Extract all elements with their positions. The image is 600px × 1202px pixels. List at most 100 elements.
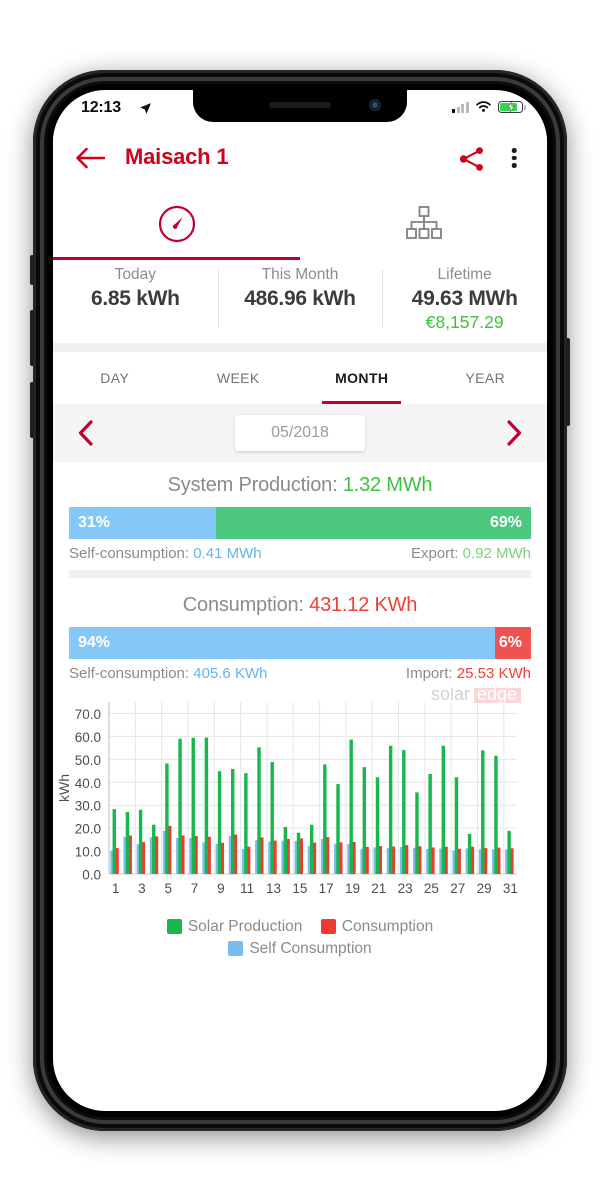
x-axis-tick-label: 29	[477, 881, 492, 896]
chevron-left-icon[interactable]	[77, 420, 95, 446]
bar-solar-production	[309, 824, 314, 874]
bar-solar-production	[217, 771, 222, 874]
volume-up-button[interactable]	[30, 310, 34, 366]
production-export-foot-value: 0.92 MWh	[462, 545, 531, 562]
legend-row-2: Self Consumption	[53, 938, 547, 960]
bar-solar-production	[428, 774, 432, 874]
layout-tab-underline	[300, 257, 547, 260]
cellular-signal-icon	[452, 101, 469, 113]
wifi-icon	[476, 101, 491, 112]
x-axis-tick-label: 13	[266, 881, 281, 896]
phone-screen: 12:13 Maisach 1 Today 6.85 kWh This Mont…	[53, 90, 547, 1111]
bar-solar-production	[231, 768, 235, 874]
consumption-self-consumption-segment: 94%	[69, 627, 496, 659]
site-layout-icon	[405, 206, 442, 239]
bar-solar-production	[204, 737, 209, 874]
bar-solar-production	[283, 826, 288, 874]
x-axis-tick-label: 9	[217, 881, 225, 896]
summary-today-value: 6.85 kWh	[91, 287, 180, 310]
x-axis-tick-label: 5	[164, 881, 172, 896]
x-axis-tick-label: 1	[112, 881, 120, 896]
summary-today: Today 6.85 kWh	[53, 266, 218, 333]
view-tabs	[53, 188, 547, 260]
x-axis-tick-label: 17	[319, 881, 334, 896]
legend-solar-production-label: Solar Production	[187, 917, 303, 935]
summary-this-month: This Month 486.96 kWh	[217, 266, 383, 333]
consumption-value: 431.12 KWh	[309, 594, 418, 616]
bar-solar-production	[375, 777, 380, 874]
bar-solar-production	[494, 755, 498, 874]
tab-week[interactable]: WEEK	[177, 352, 301, 404]
system-production-section: System Production: 1.32 MWh 31% 69% Self…	[53, 462, 547, 582]
chart-canvas: 0.010.020.030.040.050.060.070.01 3 5 7 9 11 13…	[56, 688, 521, 896]
tab-month[interactable]: MONTH	[300, 352, 424, 404]
x-axis-tick-label: 15	[292, 881, 307, 896]
x-axis-tick-label: 11	[240, 881, 254, 896]
consumption-import-foot: Import: 25.53 KWh	[406, 665, 531, 682]
legend-consumption: Consumption	[320, 916, 434, 938]
bar-solar-production	[388, 745, 393, 874]
x-axis-tick-label: 27	[450, 881, 465, 896]
legend-solar-production-swatch	[166, 919, 182, 935]
consumption-ratio-bar: 94% 6%	[69, 627, 531, 659]
bar-solar-production	[125, 812, 130, 874]
consumption-label: Consumption:	[182, 594, 304, 616]
summary-divider	[53, 343, 547, 352]
production-export-foot-label: Export:	[410, 545, 459, 562]
solaredge-watermark: solar edge	[431, 688, 521, 704]
summary-today-label: Today	[114, 266, 157, 283]
chart-legend: Solar Production Consumption Self Consum…	[53, 916, 547, 960]
consumption-title: Consumption: 431.12 KWh	[69, 594, 531, 617]
share-icon[interactable]	[459, 146, 485, 172]
production-ratio-bar: 31% 69%	[69, 507, 531, 539]
bar-solar-production	[112, 809, 116, 874]
y-axis-tick-label: 20.0	[75, 822, 101, 837]
bar-solar-production	[178, 738, 182, 874]
consumption-section: Consumption: 431.12 KWh 94% 6% Self-cons…	[53, 582, 547, 686]
x-axis-tick-label: 25	[424, 881, 439, 896]
dashboard-tab[interactable]	[53, 188, 300, 260]
consumption-bar-footer: Self-consumption: 405.6 KWh Import: 25.5…	[69, 665, 531, 682]
x-axis-tick-label: 23	[398, 881, 413, 896]
production-self-consumption-foot-value: 0.41 MWh	[193, 545, 262, 562]
bar-solar-production	[415, 792, 419, 874]
y-axis-tick-label: 0.0	[82, 868, 101, 883]
mute-switch[interactable]	[30, 255, 34, 285]
page-title: Maisach 1	[125, 144, 229, 169]
tab-day[interactable]: DAY	[53, 352, 177, 404]
power-button[interactable]	[566, 338, 570, 426]
y-axis-tick-label: 60.0	[75, 730, 101, 745]
location-arrow-icon	[140, 103, 151, 114]
legend-consumption-label: Consumption	[341, 917, 434, 935]
arrow-left-icon[interactable]	[75, 145, 105, 171]
x-axis-tick-label: 3	[138, 881, 146, 896]
notch	[193, 90, 407, 122]
svg-text:solar: solar	[431, 688, 470, 704]
system-production-label: System Production:	[167, 474, 338, 496]
bar-solar-production	[441, 745, 446, 874]
consumption-import-foot-label: Import:	[405, 665, 453, 682]
bar-solar-production	[152, 824, 156, 874]
status-time: 12:13	[81, 99, 121, 116]
tab-year[interactable]: YEAR	[424, 352, 548, 404]
energy-bar-chart[interactable]: 0.0 10.0 20.0 30.0 40.0 50.0 60.0 70.0 1 3 5 7 9 11 13…	[53, 686, 547, 964]
overflow-menu-icon[interactable]	[503, 145, 525, 171]
y-axis-tick-label: 70.0	[75, 707, 101, 722]
bar-solar-production	[349, 739, 353, 874]
tab-week-label: WEEK	[216, 370, 260, 386]
chevron-right-icon[interactable]	[505, 420, 523, 446]
date-value[interactable]: 05/2018	[235, 415, 365, 451]
bar-solar-production	[165, 763, 169, 874]
summary-this-month-value: 486.96 kWh	[244, 287, 356, 310]
system-production-value: 1.32 MWh	[342, 474, 433, 496]
layout-tab[interactable]	[300, 188, 547, 260]
bar-solar-production	[507, 830, 511, 874]
bar-solar-production	[467, 833, 472, 874]
bar-solar-production	[323, 764, 327, 874]
volume-down-button[interactable]	[30, 382, 34, 438]
status-indicators	[452, 101, 526, 113]
dashboard-tab-underline	[53, 257, 300, 260]
period-tabs: DAY WEEK MONTH YEAR	[53, 352, 547, 404]
bar-solar-production	[138, 809, 143, 874]
bar-solar-production	[296, 832, 301, 874]
